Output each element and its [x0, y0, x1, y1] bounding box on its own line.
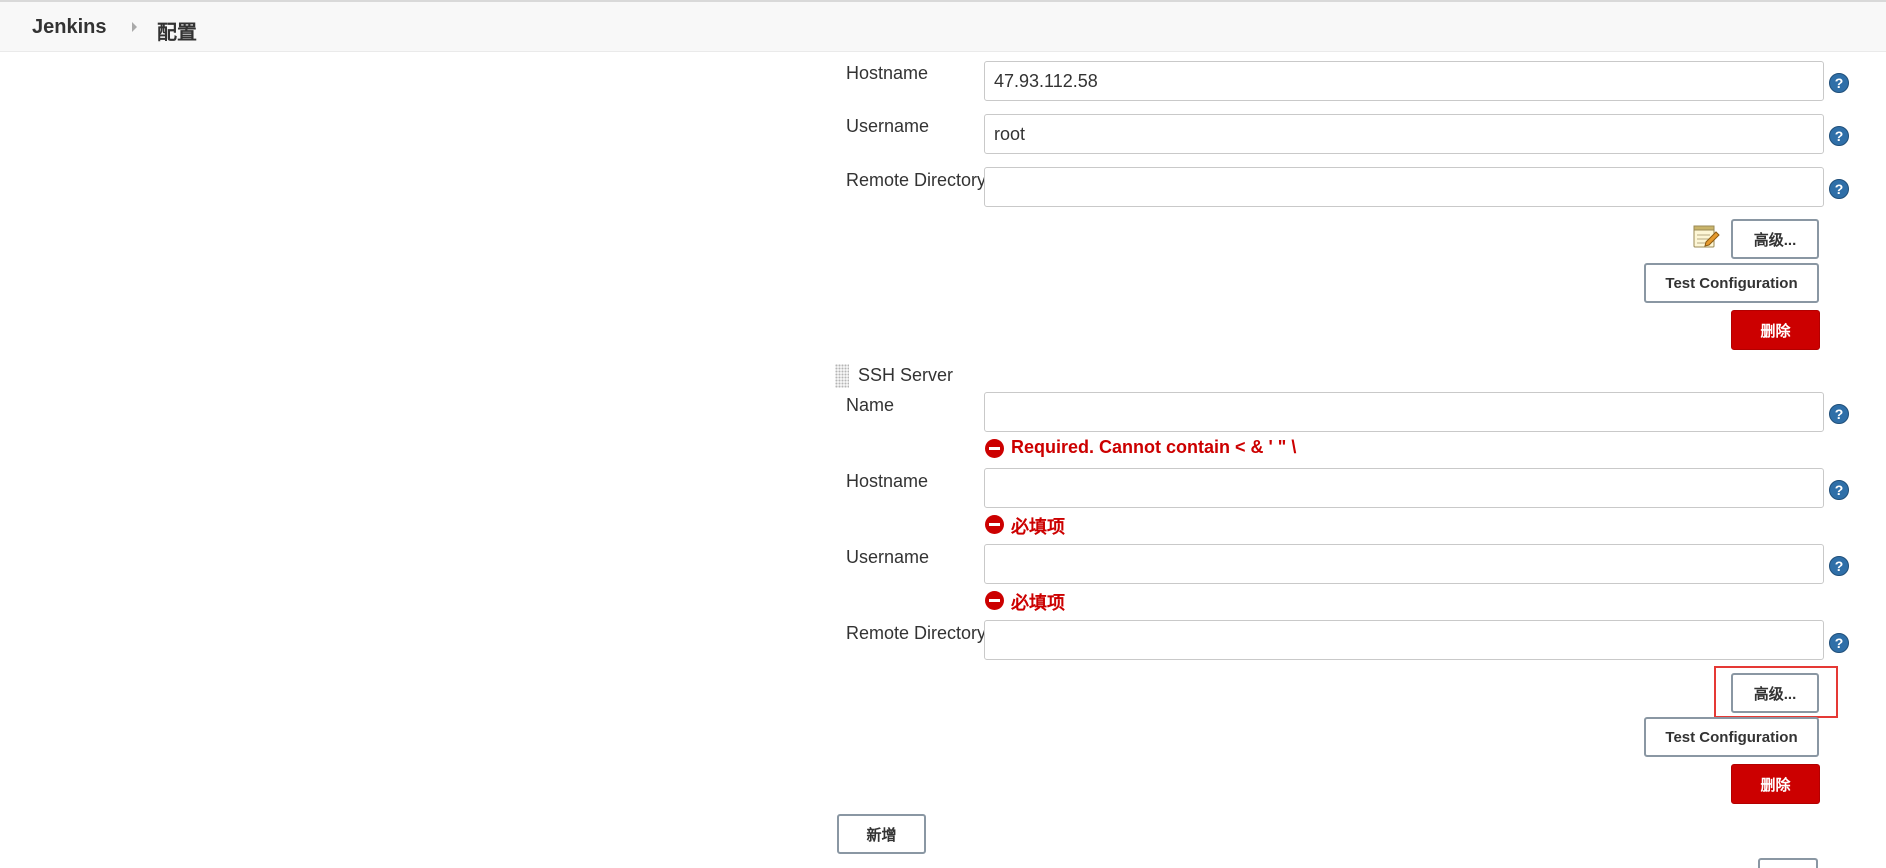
server2-hostname-label: Hostname	[846, 471, 929, 491]
server1-advanced-button[interactable]: 高级...	[1731, 219, 1819, 259]
server1-hostname-input[interactable]	[984, 61, 1824, 101]
server1-remote-directory-label: Remote Directory	[846, 170, 987, 190]
server1-test-configuration-button[interactable]: Test Configuration	[1644, 263, 1819, 303]
server2-remote-directory-input[interactable]	[984, 620, 1824, 660]
server2-test-configuration-button[interactable]: Test Configuration	[1644, 717, 1819, 757]
help-icon[interactable]: ?	[1829, 126, 1849, 146]
server1-username-label: Username	[846, 116, 930, 136]
server2-name-error: Required. Cannot contain < & ' " \	[1011, 437, 1297, 457]
help-icon[interactable]: ?	[1829, 73, 1849, 93]
server1-hostname-label: Hostname	[846, 63, 929, 83]
server1-delete-button[interactable]: 删除	[1731, 310, 1820, 350]
notepad-icon[interactable]	[1692, 224, 1720, 250]
error-icon	[985, 439, 1004, 458]
breadcrumb-bar: Jenkins 配置	[0, 0, 1886, 52]
server2-name-input[interactable]	[984, 392, 1824, 432]
ssh-server-section-title: SSH Server	[858, 365, 954, 385]
server2-username-input[interactable]	[984, 544, 1824, 584]
server2-delete-button[interactable]: 删除	[1731, 764, 1820, 804]
help-icon[interactable]: ?	[1829, 179, 1849, 199]
breadcrumb-separator-icon	[132, 22, 137, 32]
partial-button-edge	[1758, 858, 1818, 868]
add-server-button[interactable]: 新增	[837, 814, 926, 854]
server2-hostname-error: 必填项	[1011, 517, 1065, 537]
help-icon[interactable]: ?	[1829, 633, 1849, 653]
error-icon	[985, 591, 1004, 610]
server2-remote-directory-label: Remote Directory	[846, 623, 987, 643]
breadcrumb-jenkins-link[interactable]: Jenkins	[32, 16, 106, 39]
server1-remote-directory-input[interactable]	[984, 167, 1824, 207]
error-icon	[985, 515, 1004, 534]
server1-username-input[interactable]	[984, 114, 1824, 154]
server2-name-label: Name	[846, 395, 895, 415]
help-icon[interactable]: ?	[1829, 480, 1849, 500]
help-icon[interactable]: ?	[1829, 404, 1849, 424]
help-icon[interactable]: ?	[1829, 556, 1849, 576]
breadcrumb-config-link[interactable]: 配置	[157, 16, 197, 45]
server2-username-error: 必填项	[1011, 593, 1065, 613]
server2-username-label: Username	[846, 547, 930, 567]
drag-handle-icon[interactable]	[835, 364, 849, 388]
server2-advanced-button[interactable]: 高级...	[1731, 673, 1819, 713]
server2-hostname-input[interactable]	[984, 468, 1824, 508]
